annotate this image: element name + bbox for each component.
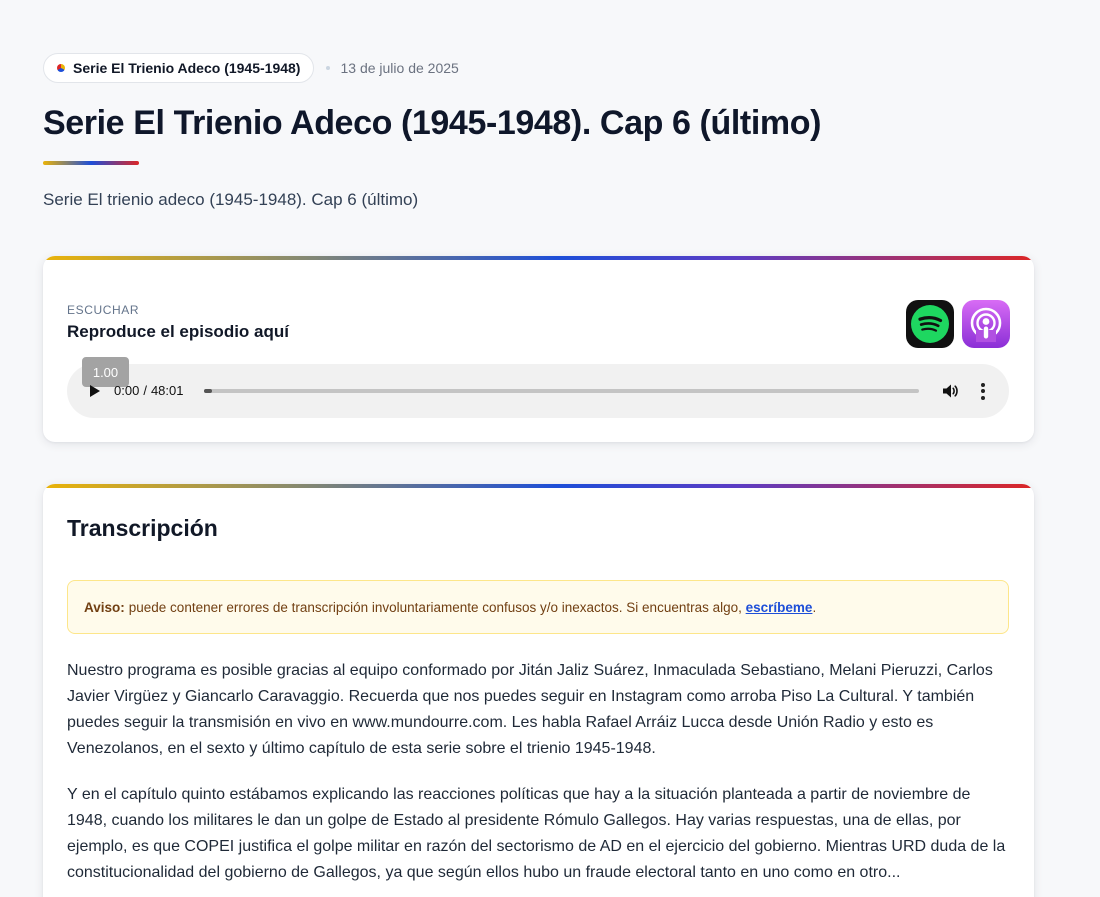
notice-label: Aviso: [84, 599, 125, 615]
transcript-paragraph: Nuestro programa es posible gracias al e… [67, 662, 993, 757]
series-pill[interactable]: Serie El Trienio Adeco (1945-1948) [43, 53, 315, 83]
series-pill-label: Serie El Trienio Adeco (1945-1948) [73, 60, 301, 76]
play-icon [90, 385, 100, 397]
episode-header: Serie El Trienio Adeco (1945-1948) 13 de… [43, 53, 1034, 210]
dot-icon [981, 382, 985, 387]
separator-dot [326, 66, 331, 70]
publish-date: 13 de julio de 2025 [340, 60, 459, 76]
series-dot-icon [57, 64, 65, 72]
listen-title: Reproduce el episodio aquí [67, 322, 289, 341]
seek-bar[interactable] [204, 389, 919, 393]
contact-link[interactable]: escríbeme [746, 600, 813, 615]
transcript-title: Transcripción [67, 515, 218, 541]
page-title: Serie El Trienio Adeco (1945-1948). Cap … [43, 104, 821, 142]
seek-bar-progress [204, 389, 212, 393]
player-card: ESCUCHAR Reproduce el episodio aquí 1.00 [43, 256, 1034, 442]
volume-button[interactable] [941, 382, 959, 400]
listen-label: ESCUCHAR [67, 303, 140, 317]
title-accent-bar [43, 161, 139, 165]
apple-podcasts-link[interactable] [962, 300, 1010, 348]
volume-icon [943, 384, 958, 398]
transcript-notice: Aviso: puede contener errores de transcr… [67, 580, 1009, 634]
time-display: 0:00/48:01 [114, 383, 183, 398]
duration: 48:01 [150, 383, 184, 398]
audio-player[interactable]: 1.00 0:00/48:01 [67, 357, 1009, 418]
more-options-button[interactable] [975, 382, 991, 400]
current-time: 0:00 [114, 383, 140, 398]
transcript-paragraph: Y en el capítulo quinto estábamos explic… [67, 786, 1006, 881]
spotify-icon [911, 305, 949, 343]
apple-podcasts-icon [970, 307, 1002, 342]
dot-icon [981, 395, 985, 400]
dot-icon [981, 389, 985, 393]
notice-text: puede contener errores de transcripción … [128, 599, 742, 615]
time-separator: / [143, 383, 147, 398]
spotify-link[interactable] [906, 300, 954, 348]
play-button[interactable] [87, 383, 103, 399]
page-subtitle: Serie El trienio adeco (1945-1948). Cap … [43, 190, 419, 209]
transcript-card: Transcripción Aviso: puede contener erro… [43, 484, 1034, 897]
platform-links [906, 300, 1010, 348]
notice-end: . [812, 599, 817, 615]
episode-meta: Serie El Trienio Adeco (1945-1948) 13 de… [43, 53, 1034, 83]
